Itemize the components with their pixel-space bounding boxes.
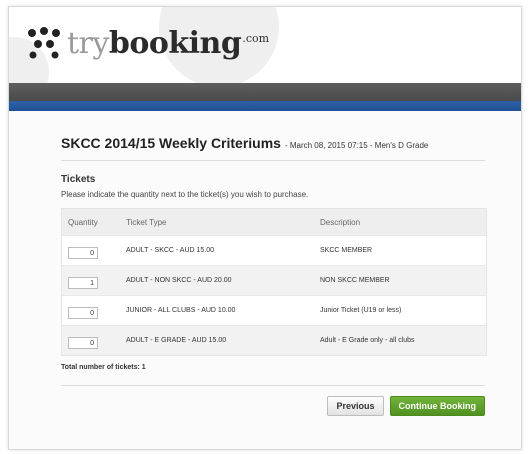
- table-header: Quantity Ticket Type Description: [62, 209, 486, 235]
- ticket-description: Junior Ticket (U19 or less): [320, 307, 402, 314]
- table-row: ADULT - SKCC - AUD 15.00 SKCC MEMBER: [62, 235, 486, 265]
- quantity-input[interactable]: [68, 247, 98, 259]
- quantity-input[interactable]: [68, 337, 98, 349]
- trybooking-logo[interactable]: try booking .com: [27, 25, 269, 59]
- total-tickets: Total number of tickets: 1: [61, 364, 146, 371]
- continue-booking-button[interactable]: Continue Booking: [389, 396, 485, 416]
- table-row: ADULT - E GRADE - AUD 15.00 Adult - E Gr…: [62, 325, 486, 355]
- ticket-description: Adult - E Grade only - all clubs: [320, 337, 415, 344]
- tickets-instruction: Please indicate the quantity next to the…: [61, 190, 309, 199]
- form-actions: Previous Continue Booking: [61, 396, 485, 416]
- event-meta: - March 08, 2015 07:15 - Men's D Grade: [284, 141, 429, 150]
- divider: [61, 160, 485, 161]
- ticket-type: ADULT - E GRADE - AUD 15.00: [126, 337, 227, 344]
- ticket-type: JUNIOR - ALL CLUBS - AUD 10.00: [126, 307, 236, 314]
- event-name: SKCC 2014/15 Weekly Criteriums: [61, 135, 281, 151]
- ticket-description: SKCC MEMBER: [320, 247, 373, 254]
- column-header-quantity: Quantity: [68, 217, 98, 227]
- ticket-type: ADULT - NON SKCC - AUD 20.00: [126, 277, 232, 284]
- logo-text-main: booking: [108, 26, 242, 61]
- tickets-table: Quantity Ticket Type Description ADULT -…: [61, 208, 487, 356]
- previous-button[interactable]: Previous: [327, 396, 384, 416]
- tickets-heading: Tickets: [61, 174, 96, 185]
- logo-dots-icon: [28, 27, 60, 59]
- logo-text-prefix: try: [67, 26, 109, 61]
- header-grey-bar: [9, 83, 521, 101]
- booking-form: SKCC 2014/15 Weekly Criteriums - March 0…: [61, 135, 487, 416]
- column-header-description: Description: [320, 217, 361, 227]
- header: try booking .com: [9, 7, 521, 83]
- ticket-description: NON SKCC MEMBER: [320, 277, 390, 284]
- table-row: JUNIOR - ALL CLUBS - AUD 10.00 Junior Ti…: [62, 295, 486, 325]
- quantity-input[interactable]: [68, 307, 98, 319]
- column-header-ticket-type: Ticket Type: [126, 217, 167, 227]
- ticket-type: ADULT - SKCC - AUD 15.00: [126, 247, 215, 254]
- quantity-input[interactable]: [68, 277, 98, 289]
- logo-text-suffix: .com: [242, 32, 270, 45]
- table-row: ADULT - NON SKCC - AUD 20.00 NON SKCC ME…: [62, 265, 486, 295]
- header-blue-bar: [9, 101, 521, 111]
- event-title: SKCC 2014/15 Weekly Criteriums - March 0…: [61, 135, 485, 151]
- divider: [61, 385, 485, 386]
- page-frame: try booking .com SKCC 2014/15 Weekly Cri…: [8, 6, 522, 450]
